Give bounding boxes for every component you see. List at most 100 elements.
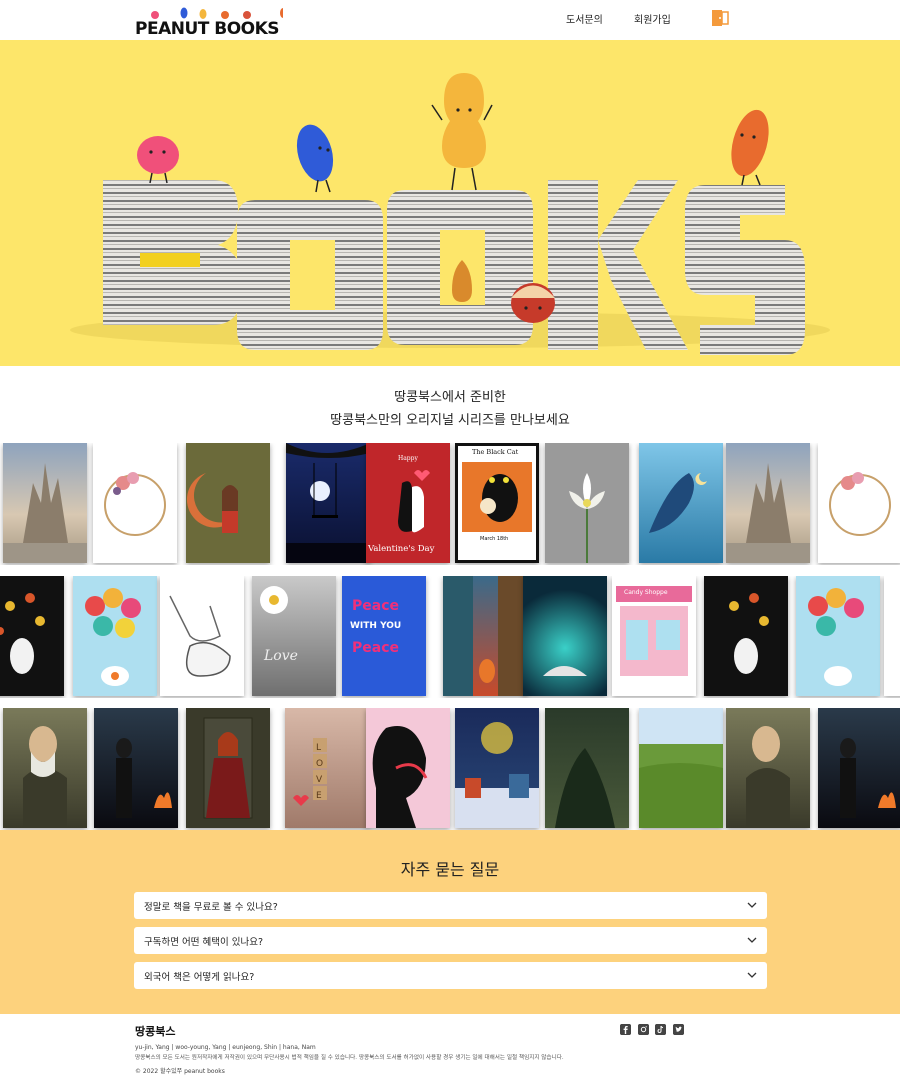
book-row-2: Love Peace WITH YOU Peace Candy Shoppe [0, 576, 900, 698]
series-intro: 땅콩북스에서 준비한 땅콩북스만의 오리지널 시리즈를 만나보세요 [0, 386, 900, 432]
book-text-valentine: Valentine's Day [368, 544, 435, 554]
balloons-art [808, 588, 864, 686]
book-cover[interactable] [639, 443, 723, 563]
footer-copyright: © 2022 할수있쭈 peanut books [135, 1068, 225, 1075]
book-text-peace-1: Peace [352, 598, 399, 614]
book-cover[interactable]: Peace WITH YOU Peace [342, 576, 426, 696]
valley-art [639, 763, 723, 828]
book-cover[interactable]: Candy Shoppe [612, 576, 696, 696]
book-cover[interactable] [160, 576, 244, 696]
book-cover[interactable] [3, 443, 87, 563]
forest-art [555, 748, 615, 828]
book-cover[interactable]: Love [252, 576, 336, 696]
instagram-icon[interactable] [638, 1024, 649, 1035]
black-cat-poster-art [462, 462, 532, 532]
book-cover[interactable] [796, 576, 880, 696]
book-row-3: LOVE [0, 708, 900, 830]
alley-cat-art [443, 576, 527, 696]
hero-books-illustration [70, 73, 830, 355]
facebook-icon[interactable] [620, 1024, 631, 1035]
footer-brand: 땅콩북스 [135, 1025, 176, 1038]
chevron-down-icon[interactable] [747, 900, 757, 910]
moon-girl-art [186, 473, 238, 533]
book-cover[interactable]: The Black Cat March 18th [455, 443, 539, 563]
wreath-art [104, 472, 166, 536]
faq-question: 정말로 책을 무료로 볼 수 있나요? [144, 902, 278, 913]
book-text-happy: Happy [398, 455, 418, 462]
book-cover[interactable] [726, 708, 810, 828]
book-cover[interactable] [818, 443, 900, 563]
book-cover[interactable] [3, 708, 87, 828]
book-text-blocks: LOVE [316, 743, 324, 801]
book-cover[interactable] [73, 576, 157, 696]
book-cover[interactable] [523, 576, 607, 696]
book-row-1: Happy Valentine's Day The Black Cat Marc… [0, 443, 900, 565]
old-man-art [23, 726, 67, 828]
book-cover[interactable] [366, 708, 450, 828]
cave-lake-art [543, 666, 587, 676]
chevron-down-icon[interactable] [747, 970, 757, 980]
pink-bean-character [137, 136, 179, 174]
letter-s-stack [685, 185, 805, 355]
book-cover[interactable] [704, 576, 788, 696]
book-cover[interactable] [186, 443, 270, 563]
book-cover[interactable] [639, 708, 723, 828]
faq-item[interactable]: 외국어 책은 어떻게 읽나요? [134, 962, 767, 989]
hero-banner [0, 40, 900, 366]
winter-village-art [455, 722, 539, 828]
letter-b-stack [103, 180, 243, 325]
book-text-candy: Candy Shoppe [624, 589, 668, 596]
nav-signup[interactable]: 회원가입 [634, 11, 671, 26]
footer-copyright-notice: 땅콩북스의 모든 도서는 원저작자에게 저작권이 있으며 무단사용시 법적 책임… [135, 1055, 564, 1061]
faq-item[interactable]: 정말로 책을 무료로 볼 수 있나요? [134, 892, 767, 919]
night-swing-art [286, 443, 370, 563]
letter-o-stack-1 [237, 200, 383, 350]
faq-question: 외국어 책은 어떻게 읽나요? [144, 972, 255, 983]
daisy-art [260, 586, 288, 614]
balloons-art [85, 588, 141, 686]
wreath-art [829, 472, 891, 536]
blue-bean-character [296, 124, 334, 182]
book-text-black-cat: The Black Cat [472, 448, 519, 456]
book-cover[interactable] [884, 576, 900, 696]
book-cover[interactable] [455, 708, 539, 828]
book-cover[interactable] [93, 443, 177, 563]
site-footer: 땅콩북스 yu-jin, Yang | woo-young, Yang | eu… [0, 1014, 900, 1090]
logo[interactable]: PEANUT BOOKS [135, 6, 285, 39]
woman-fire-art [840, 738, 896, 818]
redhead-art [203, 717, 253, 819]
book-cover[interactable] [0, 576, 64, 696]
book-cover[interactable] [545, 443, 629, 563]
book-cover[interactable] [818, 708, 900, 828]
lotus-art [569, 473, 605, 563]
peanut-character [442, 73, 486, 168]
book-cover[interactable] [545, 708, 629, 828]
castle-art [726, 463, 810, 563]
love-blocks-art [293, 738, 327, 806]
login-door-icon[interactable] [710, 9, 730, 27]
twitter-icon[interactable] [673, 1024, 684, 1035]
orange-bean-character [731, 109, 769, 177]
faq-section: 자주 묻는 질문 정말로 책을 무료로 볼 수 있나요? 구독하면 어떤 혜택이… [0, 830, 900, 1014]
intro-line-2: 땅콩북스만의 오리지널 시리즈를 만나보세요 [330, 413, 570, 428]
book-cover[interactable]: LOVE [285, 708, 369, 828]
book-cover[interactable]: Happy Valentine's Day [366, 443, 450, 563]
old-man-art [746, 726, 790, 828]
book-cover[interactable] [286, 443, 370, 563]
almond-character [452, 260, 472, 302]
book-cover[interactable] [94, 708, 178, 828]
book-text-peace-2: WITH YOU [350, 621, 402, 631]
sneakers-art [169, 595, 231, 677]
nav-book-inquiry[interactable]: 도서문의 [566, 11, 603, 26]
site-header: PEANUT BOOKS 도서문의 회원가입 [0, 0, 900, 40]
tiktok-icon[interactable] [655, 1024, 666, 1035]
book-cover[interactable] [443, 576, 527, 696]
chevron-down-icon[interactable] [747, 935, 757, 945]
peanut-characters-icon [151, 7, 283, 19]
book-cover[interactable] [726, 443, 810, 563]
book-cover[interactable] [186, 708, 270, 828]
castle-art [3, 463, 87, 563]
book-text-peace-3: Peace [352, 640, 399, 656]
logo-text: PEANUT BOOKS [135, 19, 280, 39]
faq-item[interactable]: 구독하면 어떤 혜택이 있나요? [134, 927, 767, 954]
